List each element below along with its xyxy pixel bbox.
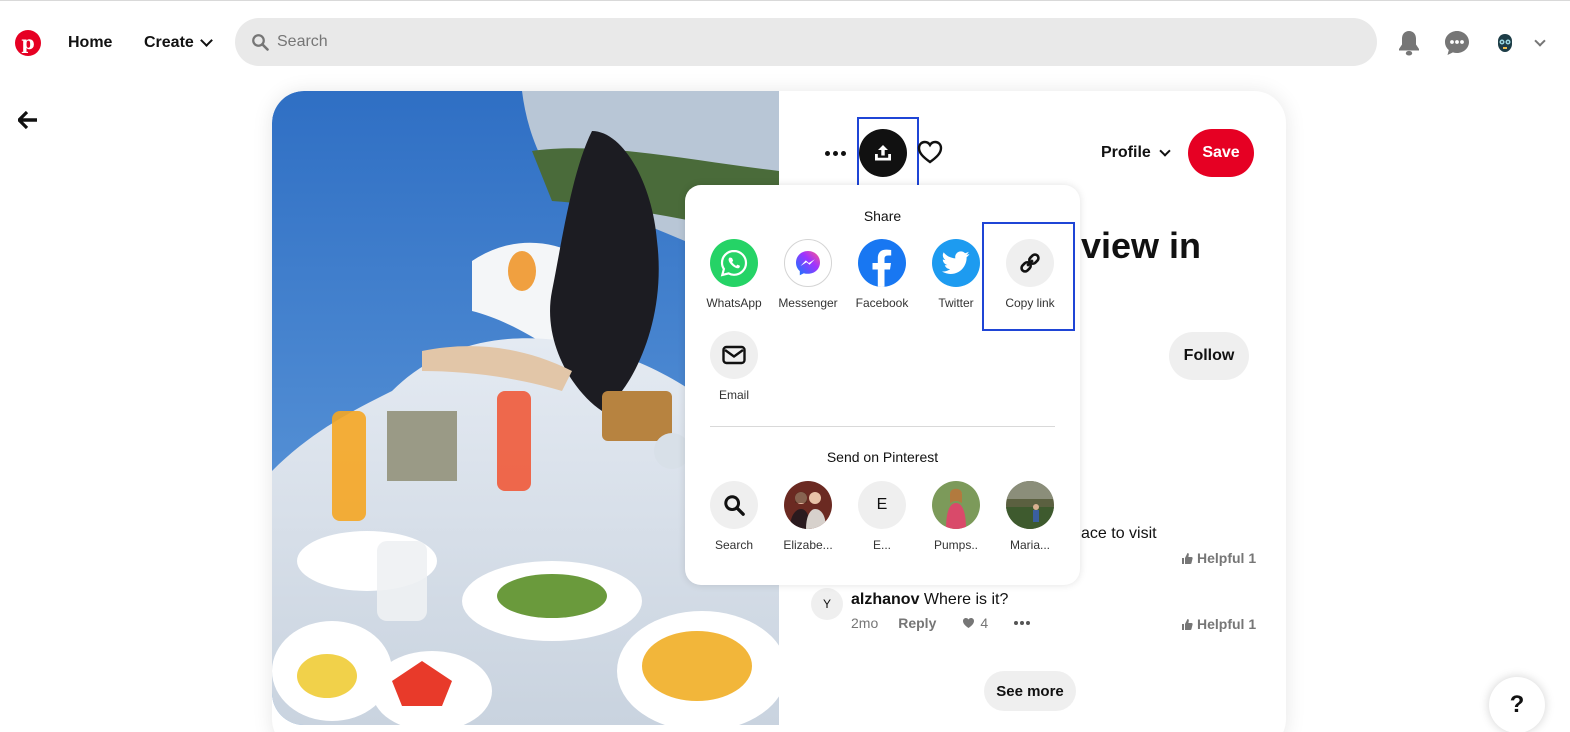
dot — [1014, 621, 1019, 625]
react-button[interactable] — [917, 140, 947, 166]
chat-bubble-icon — [1445, 31, 1469, 55]
share-target-label: Messenger — [778, 296, 838, 310]
pinterest-logo-icon[interactable]: p — [15, 30, 41, 56]
whatsapp-icon — [710, 239, 758, 287]
share-email-button[interactable]: Email — [697, 331, 771, 402]
send-contact-button[interactable]: E E... — [845, 481, 919, 552]
chevron-down-icon — [1159, 144, 1171, 157]
nav-create-label: Create — [144, 34, 194, 51]
share-target-label: WhatsApp — [706, 296, 762, 310]
help-button[interactable]: ? — [1489, 677, 1545, 732]
dot — [1026, 621, 1031, 625]
share-upload-icon — [875, 145, 891, 161]
share-button[interactable] — [859, 129, 907, 177]
comment-meta: 2mo Reply 4 — [851, 615, 1031, 631]
share-target-label: Facebook — [855, 296, 909, 310]
send-on-pinterest-title: Send on Pinterest — [826, 449, 939, 465]
share-twitter-button[interactable]: Twitter — [919, 239, 993, 310]
dot — [832, 150, 838, 156]
profile-board-dropdown[interactable]: Profile — [1101, 135, 1171, 171]
facebook-icon — [858, 239, 906, 287]
thumbs-up-icon — [1182, 552, 1193, 564]
helpful-label: Helpful 1 — [1197, 550, 1257, 566]
share-target-label: Twitter — [938, 296, 974, 310]
heart-icon — [917, 140, 943, 164]
twitter-icon — [932, 239, 980, 287]
back-button[interactable] — [8, 100, 48, 140]
share-whatsapp-button[interactable]: WhatsApp — [697, 239, 771, 310]
send-contact-button[interactable]: Maria... — [993, 481, 1067, 552]
thumbs-up-icon — [1182, 618, 1193, 630]
share-popover-title: Share — [863, 208, 902, 224]
comment-text: ace to visit — [1081, 525, 1157, 542]
comment-like-count: 4 — [980, 615, 989, 631]
comment-text: Where is it? — [923, 591, 1009, 608]
email-icon — [710, 331, 758, 379]
comment-username[interactable]: alzhanov — [851, 591, 919, 608]
send-target-label: E... — [872, 538, 891, 552]
messenger-icon — [784, 239, 832, 287]
dot — [1020, 621, 1025, 625]
avatar-icon — [1493, 31, 1517, 55]
contact-avatar — [932, 481, 980, 529]
contact-avatar: E — [858, 481, 906, 529]
search-bar[interactable] — [235, 18, 1377, 66]
divider — [710, 426, 1055, 427]
chevron-down-icon — [1534, 34, 1546, 47]
pin-title: view in — [1081, 225, 1202, 266]
send-target-label: Maria... — [1009, 538, 1050, 552]
search-input[interactable] — [277, 33, 1177, 51]
chevron-down-icon — [199, 34, 213, 47]
account-menu-button[interactable] — [1520, 21, 1560, 65]
contact-avatar — [784, 481, 832, 529]
nav-create-menu[interactable]: Create — [132, 23, 223, 63]
share-messenger-button[interactable]: Messenger — [771, 239, 845, 310]
send-contact-button[interactable]: Pumps.. — [919, 481, 993, 552]
bell-icon — [1399, 31, 1419, 56]
search-icon — [252, 34, 269, 51]
dot — [824, 150, 830, 156]
share-popover: Share WhatsApp Messenger Facebook Twitte… — [685, 185, 1080, 585]
comment-like-button[interactable]: 4 — [962, 615, 988, 631]
heart-filled-icon — [963, 618, 975, 628]
dot — [840, 150, 846, 156]
follow-button[interactable]: Follow — [1169, 332, 1249, 380]
share-target-label: Copy link — [1005, 296, 1055, 310]
link-icon — [1006, 239, 1054, 287]
top-nav: p Home Create — [0, 0, 1570, 84]
arrow-left-icon — [18, 111, 37, 129]
notifications-button[interactable] — [1387, 21, 1431, 65]
commenter-avatar[interactable]: Y — [811, 588, 843, 620]
comment-more-options-button[interactable] — [1014, 621, 1031, 625]
messages-button[interactable] — [1435, 21, 1479, 65]
copy-link-button[interactable]: Copy link — [993, 239, 1067, 310]
send-target-label: Search — [714, 538, 754, 552]
share-facebook-button[interactable]: Facebook — [845, 239, 919, 310]
send-target-label: Elizabe... — [783, 538, 833, 552]
search-icon — [710, 481, 758, 529]
nav-home-link[interactable]: Home — [56, 23, 124, 63]
helpful-label: Helpful 1 — [1197, 616, 1257, 632]
profile-dropdown-label: Profile — [1101, 144, 1151, 161]
comment: alzhanov Where is it? — [851, 591, 1008, 609]
helpful-button[interactable]: Helpful 1 — [1181, 550, 1256, 566]
see-more-comments-button[interactable]: See more — [984, 671, 1076, 711]
comment-age: 2mo — [851, 615, 879, 631]
save-button[interactable]: Save — [1188, 129, 1254, 177]
reply-button[interactable]: Reply — [898, 615, 936, 631]
send-contact-button[interactable]: Elizabe... — [771, 481, 845, 552]
share-target-label: Email — [718, 388, 749, 402]
send-target-label: Pumps.. — [933, 538, 978, 552]
helpful-button[interactable]: Helpful 1 — [1181, 616, 1256, 632]
contact-avatar — [1006, 481, 1054, 529]
send-search-button[interactable]: Search — [697, 481, 771, 552]
more-options-button[interactable] — [821, 139, 849, 167]
